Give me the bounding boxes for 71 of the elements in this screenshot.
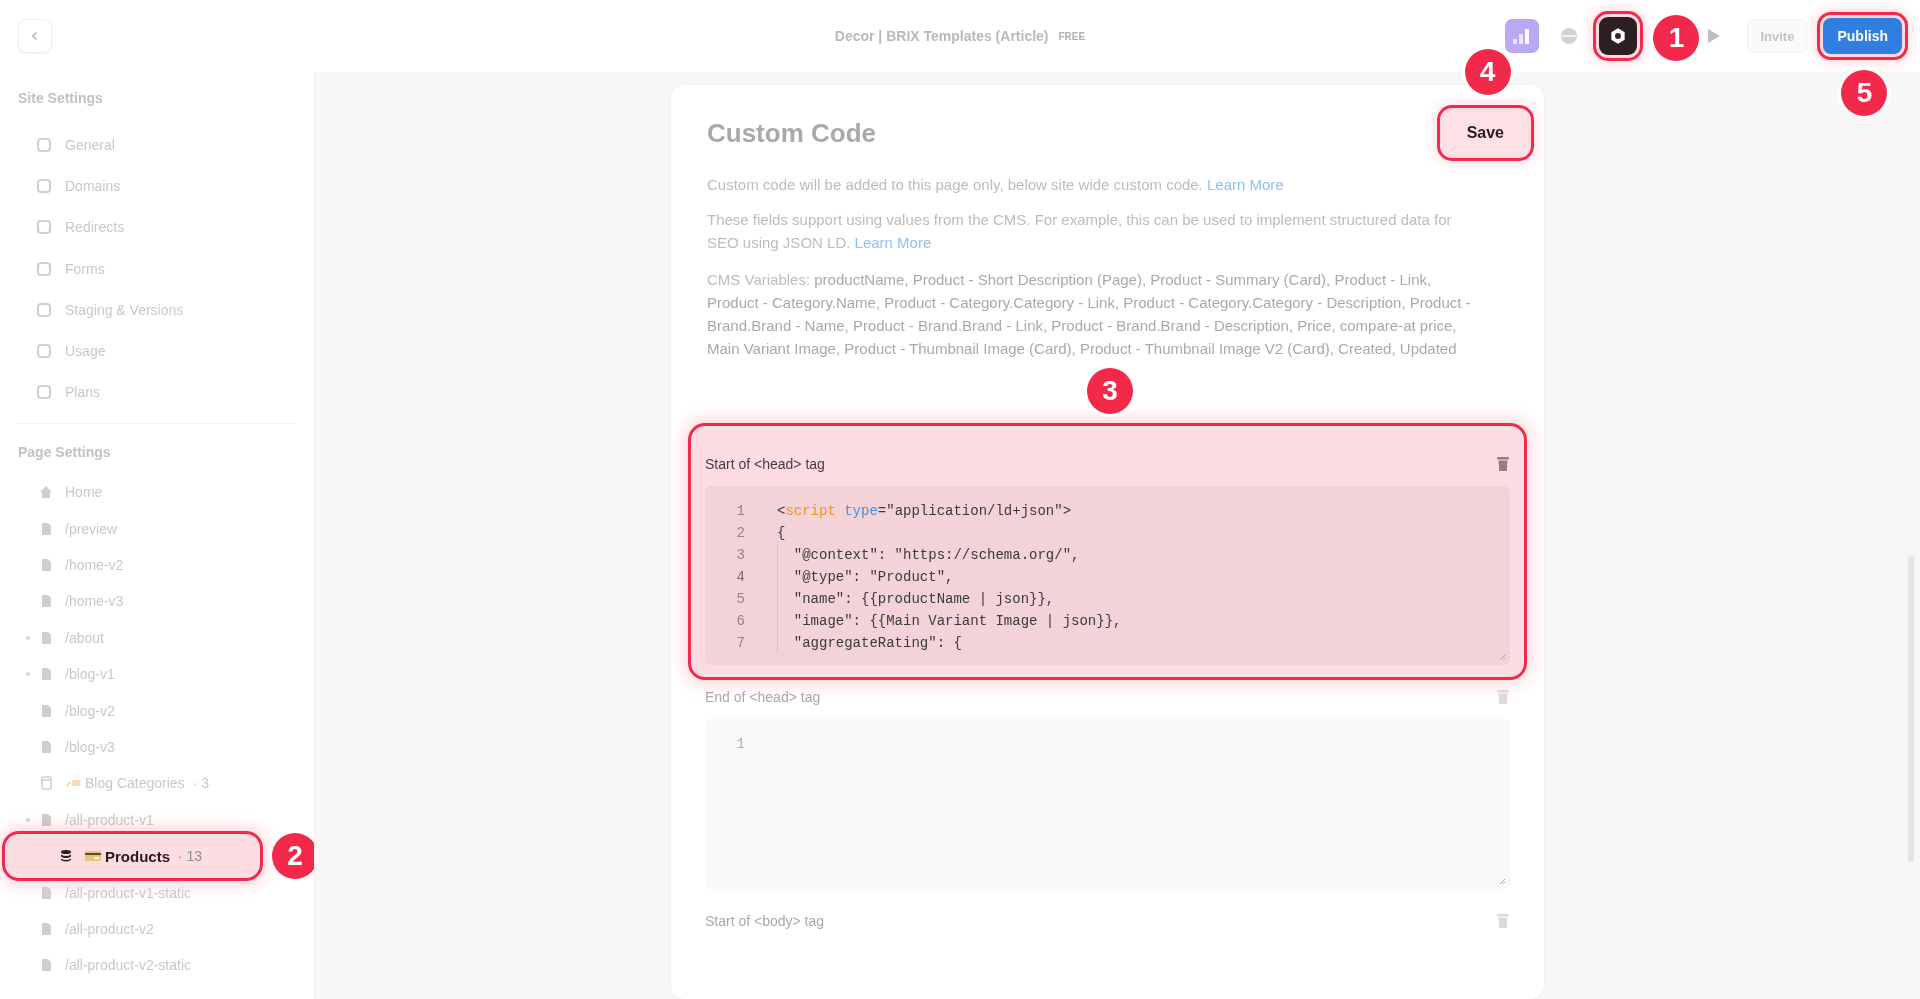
section-label: Start of <body> tag	[705, 913, 825, 929]
file-icon	[39, 740, 53, 754]
code-line: "@type": "Product",	[777, 566, 954, 588]
database-icon	[59, 849, 73, 864]
square-icon	[37, 137, 51, 152]
resize-handle[interactable]	[1498, 653, 1506, 661]
home-icon	[39, 485, 53, 500]
file-icon	[39, 667, 53, 682]
play-icon[interactable]	[1707, 28, 1722, 44]
code-editor[interactable]: 1	[705, 719, 1510, 889]
section-label: End of <head> tag	[705, 689, 821, 705]
cms-variables-text: CMS Variables: productName, Product - Short Description (Page), Product - Summary (Card), Product - Link, Product - Category.Name, Product - Category.Category - Link, Product - Category.Category - Description, Product - Brand.Brand - Name, Product - Brand.Brand - Link, Product - Brand.Brand - Description, Price, compare-at price, Main Variant Image, Product - Thumbnail Image (Card), Product - Thumbnail Image V2 (Card), Created, Updated	[707, 270, 1472, 359]
file-icon	[39, 594, 53, 609]
section-heading: Page Settings	[18, 444, 112, 461]
list-icon	[39, 776, 53, 791]
page-title: Custom Code	[707, 117, 876, 149]
expand-toggle[interactable]	[26, 817, 30, 822]
trash-icon[interactable]	[1496, 689, 1510, 705]
learn-more-link[interactable]: Learn More	[854, 234, 932, 251]
square-icon	[37, 261, 51, 276]
expand-toggle[interactable]	[26, 635, 30, 640]
plan-label: FREE	[1058, 30, 1086, 42]
file-icon	[39, 885, 53, 900]
step-number-badge: 4	[1464, 49, 1511, 95]
emoji-icon	[65, 778, 81, 789]
section-label: Start of <head> tag	[705, 456, 825, 472]
code-editor[interactable]: 1 <script type="application/ld+json"> 2 { 3 "@context": "https://schema.org/", 4 "@type": "Product", 5 "name": {{productName | json}}, 6 "image": {{Main Variant Image | json}}, 7 "aggregateRating": {	[705, 486, 1510, 665]
file-icon	[39, 521, 53, 536]
code-line: "name": {{productName | json}},	[777, 588, 1055, 610]
description-text: These fields support using values from the CMS. For example, this can be used to implement structured data for SEO using JSON LD. Learn More	[707, 210, 1453, 253]
code-line: "image": {{Main Variant Image | json}},	[777, 610, 1122, 632]
code-line: "aggregateRating": {	[777, 632, 962, 654]
hexagon-icon	[1609, 27, 1628, 45]
back-button[interactable]	[18, 19, 52, 53]
trash-icon[interactable]	[1496, 456, 1510, 472]
code-line: "@context": "https://schema.org/",	[777, 544, 1080, 566]
trash-icon[interactable]	[1496, 913, 1510, 929]
file-icon	[39, 703, 53, 718]
line-number: 2	[735, 525, 745, 541]
code-line: <script type="application/ld+json">	[777, 502, 1072, 521]
section-heading: Site Settings	[18, 90, 104, 106]
line-number: 1	[735, 736, 745, 752]
line-number: 5	[735, 591, 745, 607]
chevron-left-icon	[30, 31, 40, 41]
line-number: 6	[735, 613, 745, 629]
learn-more-link[interactable]: Learn More	[1207, 176, 1284, 193]
code-line: {	[777, 524, 786, 543]
description-text: Custom code will be added to this page only, below site wide custom code. Learn More	[707, 175, 1285, 195]
project-title: Decor | BRIX Templates (Article)	[834, 28, 1049, 44]
expand-toggle[interactable]	[26, 672, 30, 677]
file-icon	[39, 558, 53, 573]
step-number-badge: 5	[1841, 70, 1888, 116]
square-icon	[37, 344, 51, 359]
line-number: 4	[735, 569, 745, 585]
square-icon	[37, 302, 51, 317]
file-icon	[39, 958, 53, 973]
step-number-badge: 1	[1653, 15, 1700, 61]
file-icon	[39, 812, 53, 827]
file-icon	[39, 630, 53, 645]
step-number-badge: 3	[1087, 368, 1133, 414]
line-number: 1	[735, 503, 745, 519]
line-number: 7	[735, 635, 745, 651]
square-icon	[37, 385, 51, 400]
resize-handle[interactable]	[1498, 877, 1506, 885]
square-icon	[37, 178, 51, 193]
step-number-badge: 2	[272, 833, 314, 880]
card-icon	[85, 851, 101, 862]
bar-chart-icon[interactable]	[1505, 19, 1540, 53]
line-number: 3	[735, 547, 745, 563]
file-icon	[39, 921, 53, 936]
square-icon	[37, 220, 51, 235]
